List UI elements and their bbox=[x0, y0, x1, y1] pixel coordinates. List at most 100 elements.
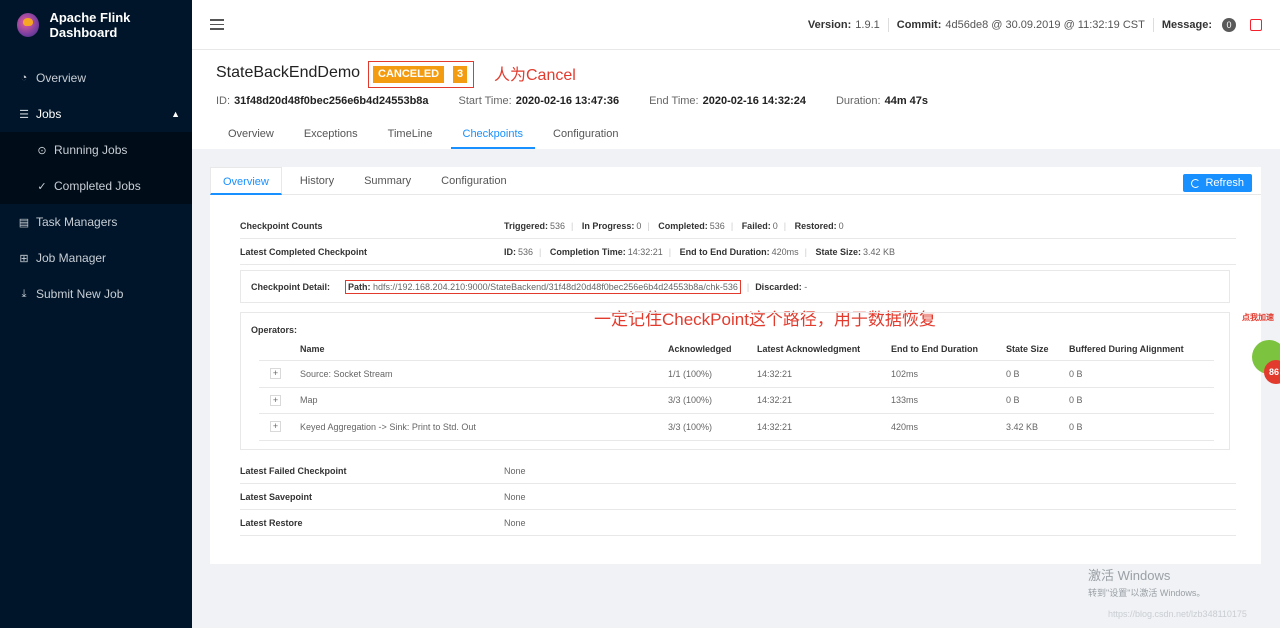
row-value: None bbox=[504, 465, 526, 476]
subtab-configuration[interactable]: Configuration bbox=[429, 167, 518, 195]
latest-completed-row: Latest Completed Checkpoint ID: 536 | Comp… bbox=[240, 239, 1236, 265]
expand-icon[interactable]: + bbox=[270, 368, 281, 380]
version-value: 1.9.1 bbox=[855, 18, 880, 31]
start-time-label: Start Time: bbox=[458, 95, 512, 107]
sidebar-item-label: Jobs bbox=[36, 107, 62, 121]
job-header: StateBackEndDemo CANCELED 3 人为Cancel ID:… bbox=[192, 50, 1280, 149]
sidebar-item-label: Running Jobs bbox=[54, 143, 128, 157]
expand-icon[interactable]: + bbox=[270, 421, 281, 433]
refresh-icon bbox=[1191, 178, 1201, 188]
checkpoint-detail: Checkpoint Detail: Path: hdfs://192.168.… bbox=[240, 270, 1230, 303]
latest-restore-row: Latest Restore None bbox=[240, 510, 1236, 536]
job-tabs: Overview Exceptions TimeLine Checkpoints… bbox=[216, 122, 636, 149]
commit-value: 4d56de8 @ 30.09.2019 @ 11:32:19 CST bbox=[945, 18, 1145, 31]
row-label: Latest Failed Checkpoint bbox=[240, 465, 347, 476]
duration: 44m 47s bbox=[884, 95, 929, 107]
subtab-overview[interactable]: Overview bbox=[210, 167, 282, 195]
checkpoint-path: Path: hdfs://192.168.204.210:9000/StateB… bbox=[345, 279, 741, 294]
row-value: ID: 536 | Completion Time: 14:32:21 | End to… bbox=[504, 246, 896, 257]
sidebar-item-label: Overview bbox=[36, 71, 87, 85]
csdn-watermark: https://blog.csdn.net/lzb348110175 bbox=[1108, 609, 1247, 619]
sidebar-item-label: Task Managers bbox=[36, 215, 118, 229]
row-value: None bbox=[504, 491, 526, 502]
refresh-label: Refresh bbox=[1205, 177, 1244, 189]
chevron-up-icon: ▲ bbox=[171, 109, 180, 119]
sidebar-item-task-managers[interactable]: ▤ Task Managers bbox=[0, 204, 192, 240]
checkpoint-subtabs: Overview History Summary Configuration bbox=[210, 167, 1261, 195]
play-circle-icon: ⊙ bbox=[37, 144, 47, 157]
refresh-button[interactable]: Refresh bbox=[1183, 174, 1252, 192]
upload-icon: ⤓ bbox=[21, 287, 27, 300]
row-value: None bbox=[504, 517, 526, 528]
message-label: Message: bbox=[1161, 18, 1212, 31]
tab-checkpoints[interactable]: Checkpoints bbox=[450, 122, 536, 149]
sidebar-item-running-jobs[interactable]: ⊙ Running Jobs bbox=[0, 132, 192, 168]
sidebar-item-jobs[interactable]: ☰ Jobs ▲ bbox=[0, 96, 192, 132]
sidebar-item-completed-jobs[interactable]: ✓ Completed Jobs bbox=[0, 168, 192, 204]
table-header: Name Acknowledged Latest Acknowledgment … bbox=[259, 337, 1214, 361]
ad-text: 点我加速 bbox=[1242, 313, 1274, 322]
latest-failed-row: Latest Failed Checkpoint None bbox=[240, 458, 1236, 484]
sidebar: Apache Flink Dashboard ◔ Overview ☰ Jobs… bbox=[0, 0, 192, 628]
sidebar-item-overview[interactable]: ◔ Overview bbox=[0, 60, 192, 96]
flink-logo-icon bbox=[17, 13, 40, 37]
tab-timeline[interactable]: TimeLine bbox=[376, 122, 445, 149]
server-icon: ▤ bbox=[18, 216, 30, 229]
checkpoints-card: Overview History Summary Configuration R… bbox=[210, 167, 1261, 564]
sidebar-item-job-manager[interactable]: ⊞ Job Manager bbox=[0, 240, 192, 276]
dashboard-icon: ◔ bbox=[20, 72, 28, 84]
ad-number: 86 bbox=[1264, 360, 1280, 384]
header-info: Version: 1.9.1 Commit: 4d56de8 @ 30.09.2… bbox=[807, 17, 1280, 32]
version-label: Version: bbox=[807, 18, 852, 31]
latest-savepoint-row: Latest Savepoint None bbox=[240, 484, 1236, 510]
table-row: + Keyed Aggregation -> Sink: Print to St… bbox=[259, 414, 1214, 441]
row-label: Checkpoint Counts bbox=[240, 220, 323, 231]
task-count-badge: 3 bbox=[453, 66, 467, 83]
message-count-badge[interactable]: 0 bbox=[1222, 17, 1236, 32]
sidebar-item-label: Completed Jobs bbox=[54, 179, 141, 193]
operators-table: Name Acknowledged Latest Acknowledgment … bbox=[259, 337, 1214, 441]
job-id-label: ID: bbox=[216, 95, 231, 107]
top-header: Version: 1.9.1 Commit: 4d56de8 @ 30.09.2… bbox=[192, 0, 1280, 50]
start-time: 2020-02-16 13:47:36 bbox=[515, 95, 620, 107]
expand-icon[interactable]: + bbox=[270, 394, 281, 406]
jobs-submenu: ⊙ Running Jobs ✓ Completed Jobs bbox=[0, 132, 192, 204]
sidebar-item-label: Job Manager bbox=[36, 251, 107, 265]
menu-fold-icon[interactable] bbox=[210, 19, 224, 30]
tab-configuration[interactable]: Configuration bbox=[541, 122, 630, 149]
sidebar-item-label: Submit New Job bbox=[36, 287, 124, 301]
row-value: Triggered: 536 | In Progress: 0 | Completed:… bbox=[504, 220, 844, 231]
sidebar-menu: ◔ Overview ☰ Jobs ▲ ⊙ Running Jobs ✓ Com… bbox=[0, 60, 192, 312]
cancel-annotation: 人为Cancel bbox=[494, 67, 576, 84]
subtab-summary[interactable]: Summary bbox=[352, 167, 423, 195]
check-circle-icon: ✓ bbox=[37, 180, 47, 193]
operators-panel: Operators: Name Acknowledged Latest Ackn… bbox=[240, 312, 1230, 450]
floating-accelerator-widget[interactable]: 点我加速 86 bbox=[1242, 310, 1280, 400]
end-time-label: End Time: bbox=[649, 95, 699, 107]
commit-label: Commit: bbox=[896, 18, 942, 31]
table-row: + Map 3/3 (100%) 14:32:21 133ms 0 B 0 B bbox=[259, 388, 1214, 414]
sidebar-item-submit-new-job[interactable]: ⤓ Submit New Job bbox=[0, 276, 192, 312]
status-highlight-box: CANCELED 3 bbox=[368, 61, 474, 88]
row-label: Latest Savepoint bbox=[240, 491, 313, 502]
logout-icon[interactable] bbox=[1250, 18, 1262, 31]
job-id: 31f48d20d48f0bec256e6b4d24553b8a bbox=[234, 95, 429, 107]
subtab-history[interactable]: History bbox=[288, 167, 346, 195]
tab-overview[interactable]: Overview bbox=[216, 122, 286, 149]
table-row: + Source: Socket Stream 1/1 (100%) 14:32… bbox=[259, 361, 1214, 388]
row-label: Latest Restore bbox=[240, 517, 303, 528]
job-meta: ID: 31f48d20d48f0bec256e6b4d24553b8a Star… bbox=[216, 95, 958, 107]
duration-label: Duration: bbox=[835, 95, 881, 107]
operators-title: Operators: bbox=[251, 325, 298, 335]
detail-label: Checkpoint Detail: bbox=[251, 281, 331, 292]
brand[interactable]: Apache Flink Dashboard bbox=[0, 0, 192, 50]
end-time: 2020-02-16 14:32:24 bbox=[702, 95, 806, 107]
tab-exceptions[interactable]: Exceptions bbox=[292, 122, 370, 149]
checkpoint-counts-row: Checkpoint Counts Triggered: 536 | In Prog… bbox=[240, 213, 1236, 239]
list-icon: ☰ bbox=[19, 108, 29, 121]
discarded: Discarded: - bbox=[755, 281, 808, 292]
job-name: StateBackEndDemo bbox=[216, 64, 361, 81]
cluster-icon: ⊞ bbox=[19, 252, 29, 265]
app-title: Apache Flink Dashboard bbox=[49, 10, 131, 40]
windows-activation-watermark: 激活 Windows 转到"设置"以激活 Windows。 bbox=[1088, 568, 1206, 598]
